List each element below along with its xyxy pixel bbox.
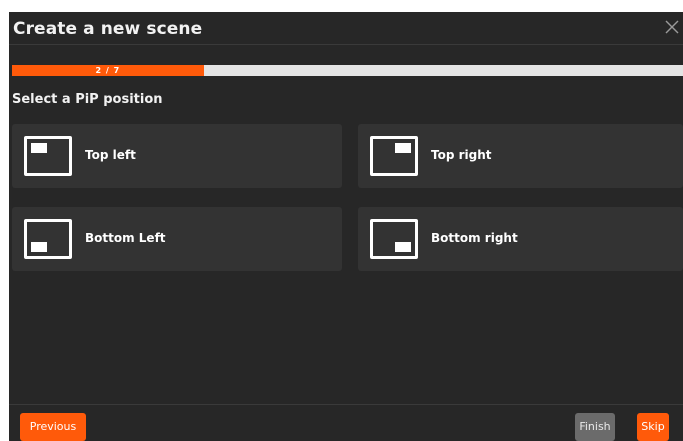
option-bottom-right[interactable]: Bottom right (358, 207, 683, 271)
pip-bottom-left-icon (24, 219, 72, 259)
option-label: Bottom Left (85, 231, 166, 245)
previous-button[interactable]: Previous (20, 413, 86, 441)
pip-bottom-right-icon (370, 219, 418, 259)
dialog-footer: Previous Finish Skip (9, 404, 683, 441)
option-label: Bottom right (431, 231, 518, 245)
option-label: Top left (85, 148, 136, 162)
pip-top-left-icon (24, 136, 72, 176)
option-top-left[interactable]: Top left (12, 124, 342, 188)
skip-button[interactable]: Skip (637, 413, 669, 441)
create-scene-dialog: Create a new scene 2 / 7 Select a PiP po… (9, 12, 683, 441)
dialog-titlebar: Create a new scene (9, 12, 683, 45)
option-top-right[interactable]: Top right (358, 124, 683, 188)
close-icon[interactable] (663, 18, 681, 36)
pip-top-right-icon (370, 136, 418, 176)
option-bottom-left[interactable]: Bottom Left (12, 207, 342, 271)
step-progress-bar: 2 / 7 (12, 65, 683, 76)
dialog-title: Create a new scene (13, 19, 203, 39)
progress-text: 2 / 7 (95, 66, 121, 75)
finish-button[interactable]: Finish (575, 413, 615, 441)
step-prompt: Select a PiP position (12, 92, 163, 107)
option-label: Top right (431, 148, 492, 162)
